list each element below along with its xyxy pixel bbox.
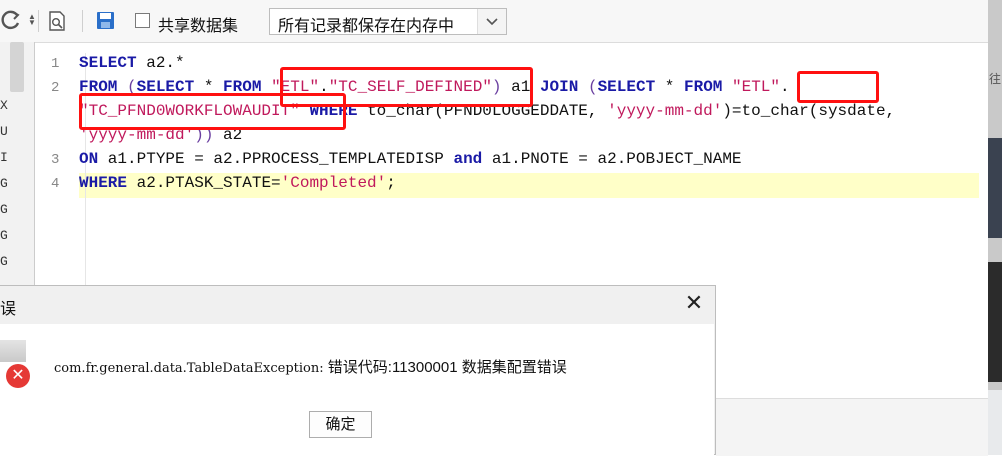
sql-keyword: JOIN xyxy=(539,78,579,96)
save-parameters-icon[interactable] xyxy=(96,11,115,30)
tree-scrollbar[interactable] xyxy=(10,42,24,92)
background-glyph: 往 xyxy=(989,72,1002,86)
sql-code-line: ON a1.PTYPE = a2.PPROCESS_TEMPLATEDISP a… xyxy=(79,147,742,171)
tree-item-fragment[interactable]: G xyxy=(0,228,8,243)
sql-code-line: WHERE a2.PTASK_STATE='Completed'; xyxy=(79,171,396,195)
line-number: 3 xyxy=(51,152,60,168)
sql-string: 'yyyy-mm-dd' xyxy=(607,102,723,120)
bottom-panel xyxy=(716,398,988,456)
sql-keyword: WHERE xyxy=(79,174,128,192)
error-message-text: 错误代码:11300001 数据集配置错误 xyxy=(323,359,567,376)
tree-item-fragment[interactable]: G xyxy=(0,202,8,217)
sql-text: )=to_char(sysdate, xyxy=(722,102,896,120)
sql-text: a1.PNOTE = a2.POBJECT_NAME xyxy=(482,150,742,168)
sql-keyword: SELECT xyxy=(597,78,656,96)
share-dataset-checkbox[interactable] xyxy=(135,13,150,28)
line-number: 4 xyxy=(51,176,60,192)
tree-item-fragment[interactable]: X xyxy=(0,98,8,113)
error-icon: ✕ xyxy=(6,364,30,388)
sql-string: "ETL" xyxy=(732,78,781,96)
sql-text: a2.* xyxy=(136,54,185,72)
sql-keyword: FROM xyxy=(683,78,723,96)
tree-item-fragment[interactable]: U xyxy=(0,124,8,139)
refresh-icon[interactable] xyxy=(0,9,22,37)
toolbar-divider xyxy=(38,10,39,32)
preview-icon[interactable] xyxy=(48,11,66,31)
sql-keyword: ON xyxy=(79,150,99,168)
annotation-box-etl xyxy=(797,71,879,103)
sql-code-line: SELECT a2.* xyxy=(79,51,185,75)
error-exception-class: com.fr.general.data.TableDataException: xyxy=(54,361,324,376)
background-thumbnail-2 xyxy=(988,262,1002,382)
tree-item-fragment[interactable]: G xyxy=(0,176,8,191)
annotation-box-workflow-audit xyxy=(79,93,346,130)
background-panel xyxy=(988,390,1002,455)
sql-text: a1.PTYPE = a2.PPROCESS_TEMPLATEDISP xyxy=(98,150,454,168)
line-number: 1 xyxy=(51,56,60,72)
dialog-side-decoration xyxy=(0,340,26,362)
ok-button[interactable]: 确定 xyxy=(309,411,372,438)
close-icon[interactable]: ✕ xyxy=(683,292,705,314)
refresh-options-caret-icon[interactable]: ▲ ▼ xyxy=(28,13,36,27)
background-thumbnail-1 xyxy=(988,138,1002,238)
sql-keyword: SELECT xyxy=(79,54,137,72)
error-dialog: 误 ✕ ✕ com.fr.general.data.TableDataExcep… xyxy=(0,285,716,456)
sql-text: ; xyxy=(386,174,396,192)
background-window-strip: 往 xyxy=(988,0,1002,455)
sql-paren: ( xyxy=(587,78,598,96)
dialog-body: ✕ com.fr.general.data.TableDataException… xyxy=(0,324,714,456)
memory-mode-value: 所有记录都保存在内存中 xyxy=(278,18,455,35)
sql-text: * xyxy=(655,78,684,96)
sql-string: 'Completed' xyxy=(280,174,387,192)
sql-editor[interactable]: 1 2 3 4 SELECT a2.* FROM (SELECT * FROM … xyxy=(35,43,988,303)
share-dataset-label: 共享数据集 xyxy=(158,18,239,35)
memory-mode-select[interactable]: 所有记录都保存在内存中 xyxy=(269,8,507,35)
toolbar-divider xyxy=(82,10,83,32)
chevron-down-icon[interactable] xyxy=(477,9,506,34)
sql-text: a2.PTASK_STATE= xyxy=(127,174,281,192)
toolbar: ▲ ▼ 共享数据集 所有记录都保存在内存中 xyxy=(0,0,988,43)
sql-keyword: and xyxy=(453,150,483,168)
dialog-title: 误 xyxy=(0,301,17,318)
sql-text: . xyxy=(780,78,790,96)
line-number: 2 xyxy=(51,80,60,96)
error-message: com.fr.general.data.TableDataException: … xyxy=(54,356,567,377)
tree-item-fragment[interactable]: G xyxy=(0,254,8,269)
tree-item-fragment[interactable]: I xyxy=(0,150,8,165)
